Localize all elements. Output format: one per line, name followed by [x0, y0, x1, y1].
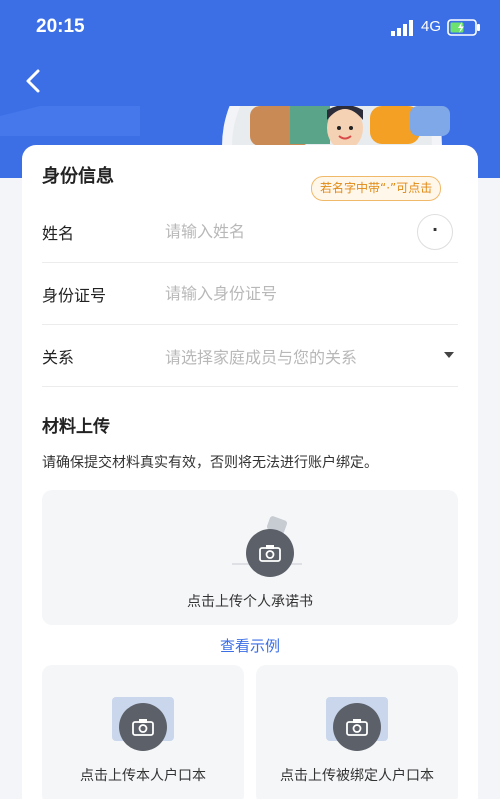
- name-row: 姓名 ·: [42, 201, 458, 263]
- materials-section-title: 材料上传: [42, 417, 110, 437]
- id-number-label: 身份证号: [42, 286, 107, 305]
- back-arrow-icon[interactable]: [18, 64, 52, 98]
- upload-own-household-box[interactable]: 点击上传本人户口本: [42, 665, 244, 799]
- battery-icon: [447, 19, 480, 36]
- id-number-row: 身份证号: [42, 263, 458, 325]
- signal-icon: [391, 20, 413, 36]
- camera-icon: [333, 703, 381, 751]
- view-example-link[interactable]: 查看示例: [22, 635, 478, 656]
- middle-dot-button[interactable]: ·: [417, 214, 453, 250]
- status-bar: 20:15 4G: [0, 0, 500, 56]
- status-time: 20:15: [36, 16, 85, 37]
- materials-description: 请确保提交材料真实有效，否则将无法进行账户绑定。: [42, 455, 378, 471]
- upload-bound-household-box[interactable]: 点击上传被绑定人户口本: [256, 665, 458, 799]
- relation-label: 关系: [42, 348, 75, 367]
- upload-own-household-label: 点击上传本人户口本: [80, 768, 206, 784]
- network-type: 4G: [421, 18, 442, 35]
- upload-promise-box[interactable]: 点击上传个人承诺书: [42, 490, 458, 625]
- upload-bound-household-label: 点击上传被绑定人户口本: [280, 768, 434, 784]
- camera-icon: [119, 703, 167, 751]
- form-card: 身份信息 若名字中带“·”可点击 姓名 · 身份证号 关系 请选择家庭成员与您的…: [22, 145, 478, 799]
- id-number-input[interactable]: [165, 278, 415, 308]
- identity-section-title: 身份信息: [42, 166, 114, 187]
- caret-down-icon[interactable]: [444, 352, 454, 358]
- dot-hint-bubble: 若名字中带“·”可点击: [311, 176, 442, 201]
- middle-dot-label: ·: [431, 220, 439, 239]
- name-label: 姓名: [42, 224, 75, 243]
- name-input[interactable]: [165, 216, 415, 246]
- relation-row[interactable]: 关系 请选择家庭成员与您的关系: [42, 325, 458, 387]
- relation-select[interactable]: 请选择家庭成员与您的关系: [165, 344, 357, 368]
- camera-icon: [246, 529, 294, 577]
- upload-promise-label: 点击上传个人承诺书: [187, 594, 313, 610]
